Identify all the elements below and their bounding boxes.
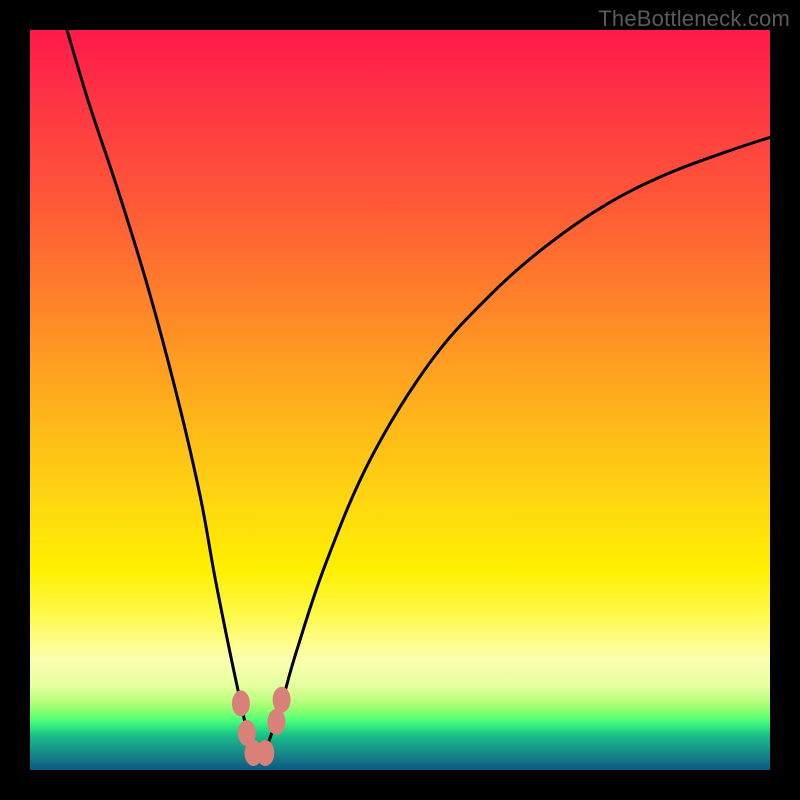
curve-layer [30,30,770,770]
chart-frame: TheBottleneck.com [0,0,800,800]
curve-markers [232,687,291,766]
watermark: TheBottleneck.com [598,6,790,32]
bottleneck-curve [67,30,770,758]
marker-right-knee-mid [267,709,285,735]
plot-area [30,30,770,770]
marker-valley-right [256,740,274,766]
marker-right-knee-top [273,687,291,713]
marker-left-knee-top [232,690,250,716]
